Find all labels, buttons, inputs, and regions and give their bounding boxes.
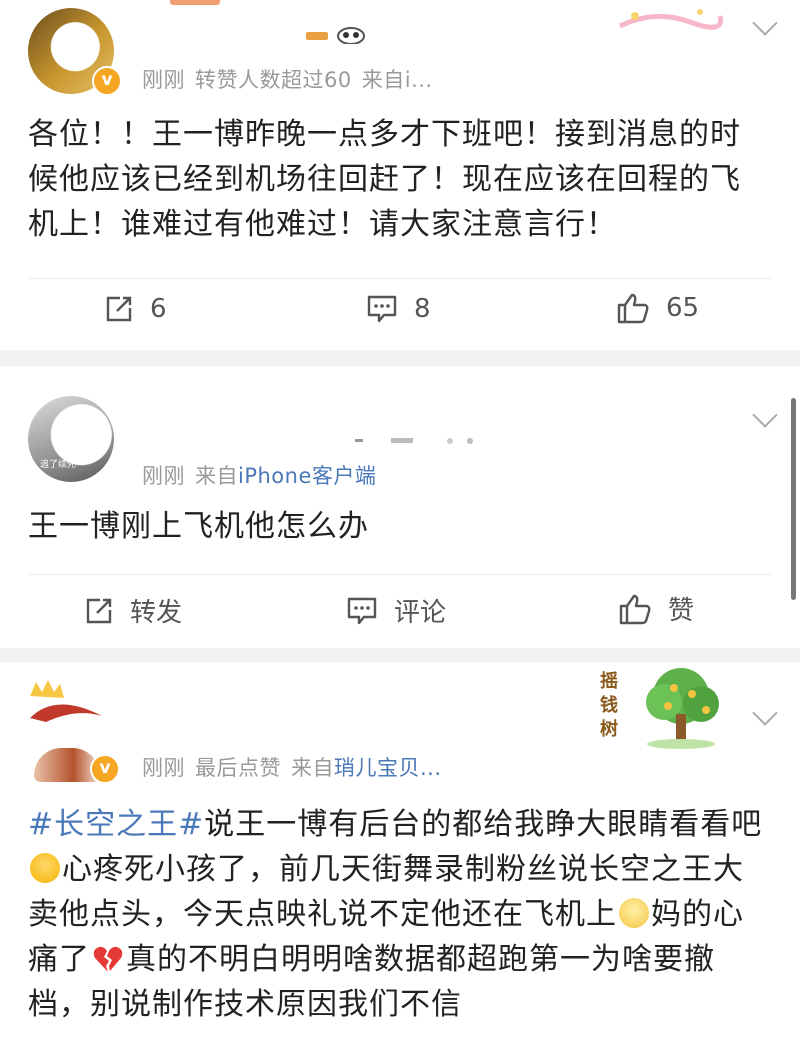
card-decoration bbox=[615, 4, 725, 34]
post-card-2: 追了续死 刚刚 来自iPhone客户端 王一博刚上飞机他怎么办 转发 评论 赞 bbox=[0, 366, 800, 648]
panda-sticker-icon bbox=[336, 24, 366, 45]
avatar-caption: 追了续死 bbox=[40, 460, 77, 470]
avatar[interactable]: 追了续死 bbox=[28, 396, 114, 482]
sticker-label: 摇钱树 bbox=[600, 671, 618, 740]
like-button[interactable]: 赞 bbox=[618, 590, 694, 627]
post-text: #长空之王#说王一博有后台的都给我睁大眼睛看看吧心疼死小孩了，前几天街舞录制粉丝… bbox=[28, 802, 768, 1027]
post-text: 王一博刚上飞机他怎么办 bbox=[28, 509, 369, 544]
crying-emoji-icon bbox=[30, 853, 60, 883]
crown-avatar-frame-icon bbox=[26, 678, 106, 722]
chevron-down-icon[interactable] bbox=[752, 700, 778, 726]
repost-icon bbox=[106, 296, 132, 322]
hashtag-link[interactable]: #长空之王# bbox=[28, 807, 204, 842]
verified-badge-icon bbox=[92, 66, 122, 96]
post-text-part: 真的不明白明明啥数据都超跑第一为啥要撤档，别说制作技术原因我们不信 bbox=[28, 942, 715, 1022]
like-button[interactable]: 65 bbox=[616, 292, 699, 324]
like-icon bbox=[617, 293, 649, 324]
chevron-down-icon[interactable] bbox=[752, 402, 778, 428]
comment-icon bbox=[367, 295, 397, 323]
divider bbox=[28, 574, 772, 575]
username-decoration bbox=[306, 32, 328, 40]
broken-heart-emoji-icon bbox=[93, 946, 123, 972]
money-tree-sticker-icon: 摇钱树 bbox=[586, 666, 736, 750]
verified-badge-icon bbox=[90, 754, 120, 784]
repost-button[interactable]: 转发 bbox=[84, 592, 182, 629]
like-icon bbox=[619, 594, 651, 624]
repost-button[interactable]: 6 bbox=[104, 294, 167, 324]
comment-button[interactable]: 8 bbox=[366, 294, 431, 324]
post-card-3: 摇钱树 刚刚最后点赞来自琑儿宝贝... #长空之王#说王一博有后台的都给我睁大眼… bbox=[0, 662, 800, 1050]
post-meta: 刚刚 最后点赞 来自琑儿宝贝... bbox=[142, 756, 442, 780]
post-meta: 刚刚 来自iPhone客户端 bbox=[142, 464, 377, 488]
divider bbox=[28, 278, 772, 279]
repost-icon bbox=[86, 598, 112, 623]
username-decoration bbox=[355, 430, 485, 444]
top-indicator bbox=[170, 0, 220, 5]
dizzy-face-emoji-icon bbox=[619, 898, 649, 928]
post-text-part: 说王一博有后台的都给我睁大眼睛看看吧 bbox=[204, 807, 763, 842]
post-text: 各位！！王一博昨晚一点多才下班吧！接到消息的时候他应该已经到机场往回赶了！现在应… bbox=[28, 117, 741, 242]
scrollbar[interactable] bbox=[791, 398, 796, 600]
comment-icon bbox=[347, 597, 377, 624]
post-meta: 刚刚 转赞人数超过60 来自i... bbox=[142, 68, 433, 92]
chevron-down-icon[interactable] bbox=[752, 10, 778, 36]
post-card-1: 刚刚转赞人数超过60来自i... 各位！！王一博昨晚一点多才下班吧！接到消息的时… bbox=[0, 0, 800, 350]
comment-button[interactable]: 评论 bbox=[346, 592, 446, 629]
